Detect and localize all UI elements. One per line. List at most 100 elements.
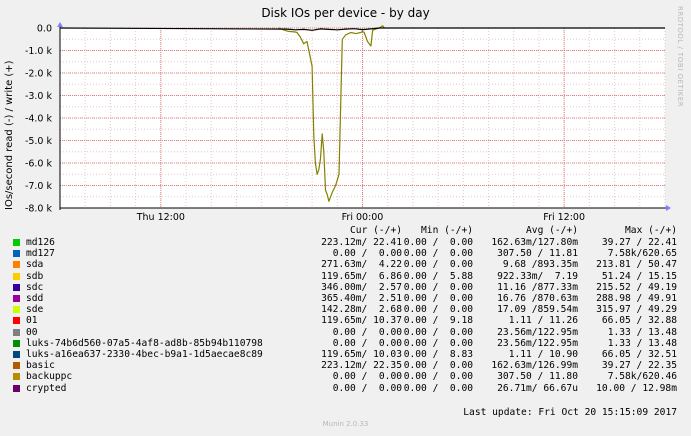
legend-cur: 0.00 / 0.00 xyxy=(332,337,402,349)
legend-cur: 0.00 / 0.00 xyxy=(332,326,402,338)
legend-series-name: luks-a16ea637-2330-4bec-b9a1-1d5aecae8c8… xyxy=(26,349,263,360)
y-tick-label: -8.0 k xyxy=(25,204,53,215)
legend-cur: 0.00 / 0.00 xyxy=(332,382,402,394)
legend-row: sde 142.28m/ 2.68 0.00 / 0.00 17.09 /859.54… xyxy=(0,304,691,315)
legend-min: 0.00 / 0.00 xyxy=(403,360,473,372)
legend-cur: 365.40m/ 2.51 xyxy=(321,293,402,304)
legend-max: 51.24 / 15.15 xyxy=(601,270,677,282)
legend-max: 315.97 / 49.29 xyxy=(596,304,677,316)
legend-row: md127 0.00 / 0.00 0.00 / 0.00 307.50 / 11.8… xyxy=(0,248,691,259)
legend-min: 0.00 / 5.88 xyxy=(403,270,473,282)
legend-header-max: Max (-/+) xyxy=(625,225,677,236)
legend-series-name: sdb xyxy=(26,270,44,282)
munin-version: Munin 2.0.33 xyxy=(322,420,369,428)
y-axis-arrow xyxy=(57,22,63,27)
legend-swatch xyxy=(13,239,20,246)
legend-swatch xyxy=(13,295,20,302)
y-tick-label: -1.0 k xyxy=(25,46,53,57)
legend-header-cur: Cur (-/+) xyxy=(350,225,402,236)
x-tick-label: Fri 12:00 xyxy=(543,212,585,223)
legend-max: 10.00 / 12.98m xyxy=(596,382,677,394)
legend-cur: 271.63m/ 4.22 xyxy=(321,259,402,271)
legend-header: Cur (-/+) Min (-/+) Avg (-/+) Max (-/+) xyxy=(0,225,691,236)
legend-swatch xyxy=(13,306,20,314)
legend-cur: 142.28m/ 2.68 xyxy=(321,304,402,316)
legend-swatch xyxy=(13,328,20,336)
legend-swatch xyxy=(13,283,20,291)
legend-series-name: 01 xyxy=(26,315,38,327)
legend-avg: 23.56m/122.95m xyxy=(497,337,578,349)
legend-row: luks-a16ea637-2330-4bec-b9a1-1d5aecae8c8… xyxy=(0,349,691,360)
legend-avg: 23.56m/122.95m xyxy=(497,326,578,338)
legend-max: 1.33 / 13.48 xyxy=(607,337,677,349)
legend-swatch xyxy=(13,250,20,258)
last-update: Last update: Fri Oct 20 15:15:09 2017 xyxy=(463,407,677,418)
legend-avg: 16.76 /870.63m xyxy=(497,293,578,304)
legend-row: sdb 119.65m/ 6.86 0.00 / 5.88 922.33m/ 7.19… xyxy=(0,271,691,282)
x-tick-label: Thu 12:00 xyxy=(136,212,185,223)
legend-min: 0.00 / 0.00 xyxy=(403,304,473,316)
plot-area: 0.0 -1.0 k -2.0 k -3.0 k -4.0 k -5.0 k -6.0 k -… xyxy=(25,22,671,223)
legend-max: 288.98 / 49.91 xyxy=(596,293,677,304)
legend-max: 66.05 / 32.88 xyxy=(601,315,677,327)
y-tick-label: -2.0 k xyxy=(25,69,53,80)
legend-swatch xyxy=(13,373,20,381)
legend-row: backuppc 0.00 / 0.00 0.00 / 0.00 307.50 / 1… xyxy=(0,371,691,382)
legend-series-name: sdc xyxy=(26,281,44,293)
legend-min: 0.00 / 0.00 xyxy=(403,326,473,338)
y-tick-label: -5.0 k xyxy=(25,136,53,147)
legend-avg: 9.68 /893.35m xyxy=(502,259,578,271)
legend-row: sda 271.63m/ 4.22 0.00 / 0.00 9.68 /893.35m… xyxy=(0,259,691,270)
legend-cur: 0.00 / 0.00 xyxy=(332,371,402,383)
legend-cur: 119.65m/ 6.86 xyxy=(321,270,402,282)
legend-min: 0.00 / 0.00 xyxy=(403,259,473,271)
legend-swatch xyxy=(13,261,20,269)
legend-avg: 162.63m/126.99m xyxy=(491,360,578,372)
legend-series-name: sdd xyxy=(26,293,44,304)
y-tick-label: -3.0 k xyxy=(25,91,53,102)
y-tick-label: -4.0 k xyxy=(25,114,53,125)
legend-cur: 119.65m/ 10.37 xyxy=(321,315,402,327)
legend-swatch xyxy=(13,339,20,347)
legend-max: 66.05 / 32.51 xyxy=(601,349,677,360)
legend-avg: 922.33m/ 7.19 xyxy=(497,270,578,282)
legend-min: 0.00 / 8.83 xyxy=(403,349,473,360)
legend-series-name: sde xyxy=(26,304,44,316)
legend-avg: 17.09 /859.54m xyxy=(497,304,578,316)
legend-series-name: crypted xyxy=(26,382,67,394)
legend-avg: 307.50 / 11.80 xyxy=(497,371,578,383)
legend-min: 0.00 / 0.00 xyxy=(403,248,473,260)
legend-swatch xyxy=(13,351,20,358)
x-tick-label: Fri 00:00 xyxy=(342,212,384,223)
legend-swatch xyxy=(13,384,20,392)
legend-max: 213.81 / 50.47 xyxy=(596,259,677,271)
legend-min: 0.00 / 0.00 xyxy=(403,337,473,349)
y-tick-label: -7.0 k xyxy=(25,181,53,192)
legend-max: 215.52 / 49.19 xyxy=(596,281,677,293)
legend-cur: 346.00m/ 2.57 xyxy=(321,281,402,293)
legend-header-avg: Avg (-/+) xyxy=(526,225,578,236)
y-tick-label: -6.0 k xyxy=(25,159,53,170)
legend-min: 0.00 / 0.00 xyxy=(403,281,473,293)
legend-row: 00 0.00 / 0.00 0.00 / 0.00 23.56m/122.95m 1.… xyxy=(0,327,691,338)
legend-series-name: md127 xyxy=(26,248,55,260)
legend-row: sdd 365.40m/ 2.51 0.00 / 0.00 16.76 /870.63… xyxy=(0,293,691,304)
legend-min: 0.00 / 9.18 xyxy=(403,315,473,327)
legend-avg: 307.50 / 11.81 xyxy=(497,248,578,260)
legend-row: basic 223.12m/ 22.35 0.00 / 0.00 162.63m/12… xyxy=(0,360,691,371)
y-tick-label: 0.0 xyxy=(37,24,52,35)
legend-avg: 1.11 / 11.26 xyxy=(508,315,578,327)
legend-max: 7.58k/620.46 xyxy=(607,371,677,383)
legend-row: 01 119.65m/ 10.37 0.00 / 9.18 1.11 / 11.26 6… xyxy=(0,315,691,326)
legend-max: 7.58k/620.65 xyxy=(607,248,677,260)
legend-swatch xyxy=(13,362,20,370)
legend-series-name: md126 xyxy=(26,237,55,248)
legend-min: 0.00 / 0.00 xyxy=(403,371,473,383)
x-axis-arrow xyxy=(666,205,671,211)
legend-row: luks-74b6d560-07a5-4af8-ad8b-85b94b11079… xyxy=(0,338,691,349)
legend-max: 39.27 / 22.41 xyxy=(601,237,677,248)
legend-avg: 162.63m/127.80m xyxy=(491,237,578,248)
legend-swatch xyxy=(13,272,20,280)
legend-min: 0.00 / 0.00 xyxy=(403,293,473,304)
legend-header-min: Min (-/+) xyxy=(421,225,473,236)
